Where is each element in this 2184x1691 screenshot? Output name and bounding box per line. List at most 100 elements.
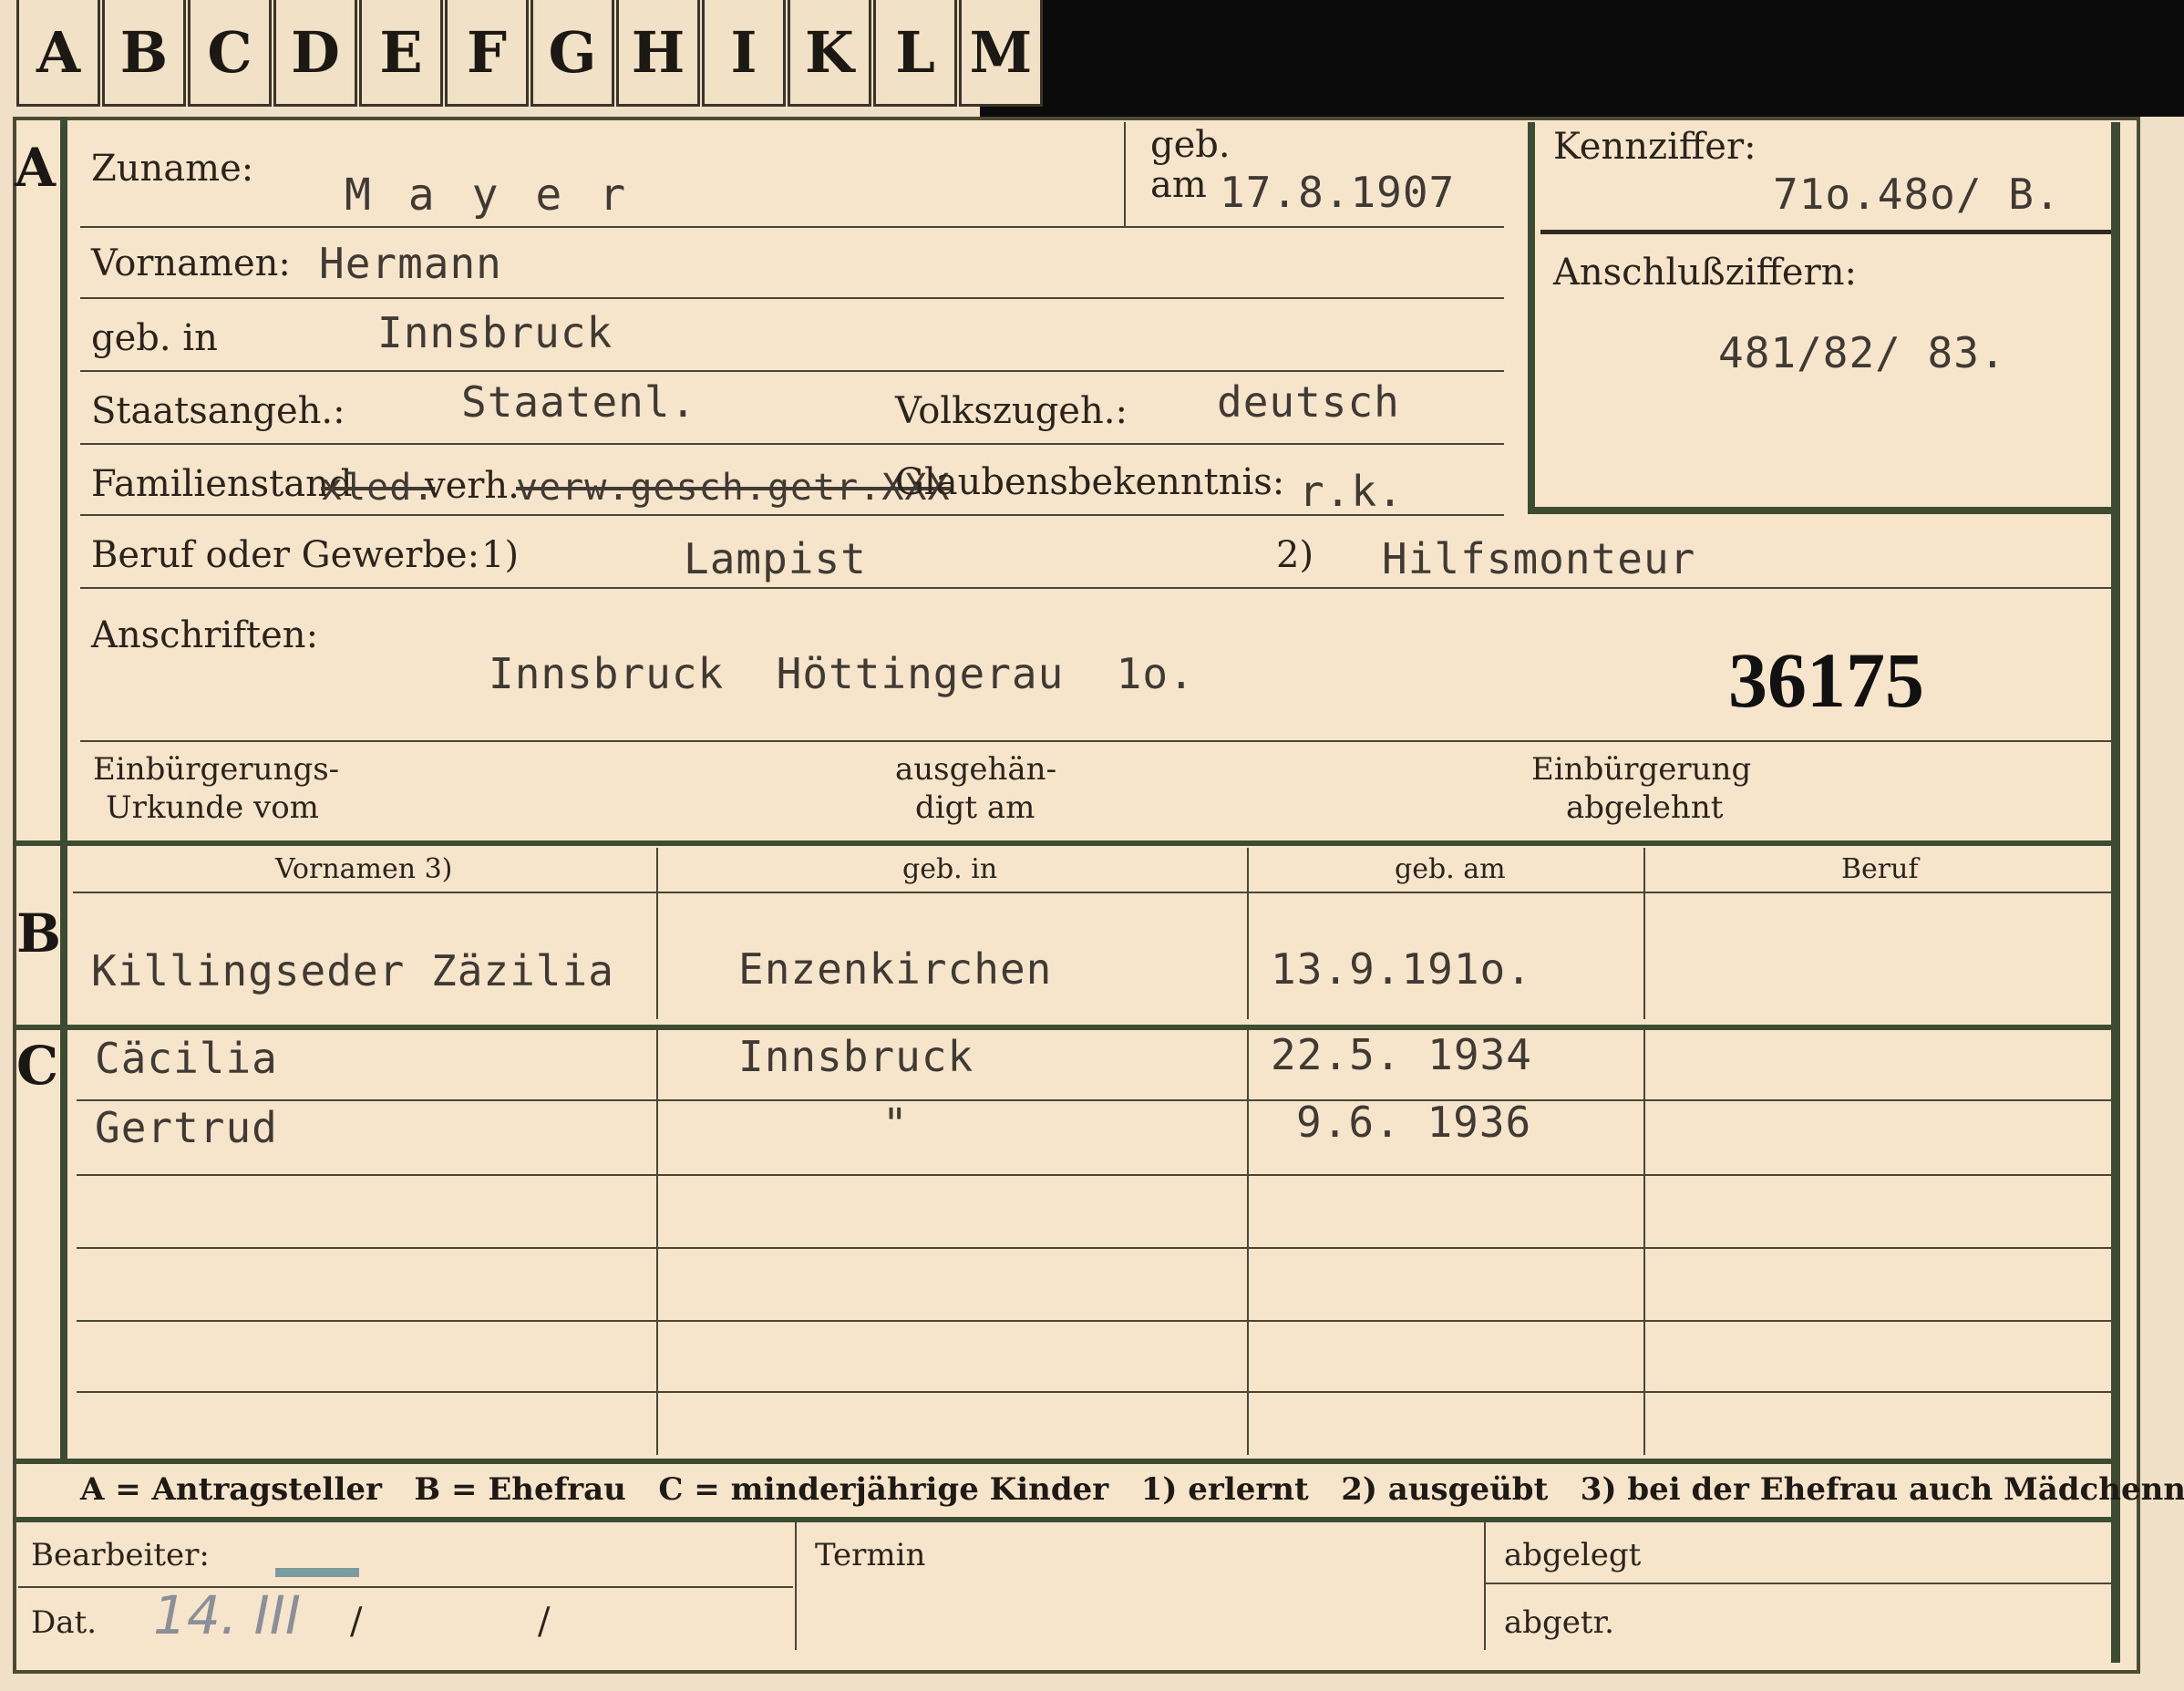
kennziffer-label: Kennziffer: xyxy=(1553,126,1756,168)
row-line xyxy=(1486,1583,2111,1584)
zuname-label: Zuname: xyxy=(91,148,254,190)
kennziffer-divider xyxy=(1540,230,2111,234)
frame-line-b xyxy=(60,846,67,1028)
column-line xyxy=(1247,848,1249,1019)
index-tab-a: A xyxy=(16,0,100,107)
frame-line-a xyxy=(60,117,67,846)
index-tab-f: F xyxy=(445,0,529,107)
legend-bottom-line xyxy=(13,1517,2118,1522)
familienstand-value: verh. xyxy=(425,465,520,507)
registration-number: 36175 xyxy=(1728,636,1924,724)
row-line xyxy=(77,1099,2111,1101)
spouse-date: 13.9.191o. xyxy=(1271,944,1532,994)
row-line xyxy=(80,370,1504,372)
geb-am-value: 17.8.1907 xyxy=(1220,168,1456,217)
column-line xyxy=(795,1522,797,1650)
row-line xyxy=(80,226,1504,228)
beruf-label: Beruf oder Gewerbe: xyxy=(91,534,480,576)
geb-in-label: geb. in xyxy=(91,317,218,359)
section-divider-bc xyxy=(13,1025,2118,1030)
familienstand-label: Familienstand xyxy=(91,463,353,505)
column-line xyxy=(1124,122,1126,226)
card-right-frame xyxy=(2111,122,2120,1663)
familienstand-struck-1: xled. xyxy=(321,467,436,509)
header-vornamen: Vornamen 3) xyxy=(275,853,453,885)
column-line xyxy=(1643,848,1645,1019)
index-tab-k: K xyxy=(788,0,871,107)
termin-label: Termin xyxy=(815,1537,926,1573)
zuname-value: M a y e r xyxy=(345,170,632,221)
section-letter-a: A xyxy=(15,137,57,199)
dat-label: Dat. xyxy=(31,1604,98,1641)
row-line xyxy=(77,1247,2111,1249)
background-strip xyxy=(980,0,2184,117)
beruf-mark-2: 2) xyxy=(1276,534,1314,576)
vornamen-value: Hermann xyxy=(319,239,502,288)
section-letter-b: B xyxy=(16,902,62,964)
child-2-name: Gertrud xyxy=(95,1103,278,1152)
index-tab-c: C xyxy=(188,0,272,107)
row-line xyxy=(77,1174,2111,1176)
am-label: am xyxy=(1150,164,1207,206)
vornamen-label: Vornamen: xyxy=(91,242,291,284)
column-line xyxy=(1484,1522,1486,1650)
staatsangeh-value: Staatenl. xyxy=(461,377,697,427)
anschlussziffern-value: 481/82/ 83. xyxy=(1718,328,2006,377)
column-line xyxy=(656,848,658,1019)
index-tab-b: B xyxy=(102,0,186,107)
row-line xyxy=(77,1320,2111,1322)
anschriften-label: Anschriften: xyxy=(91,614,319,656)
legend-text: A = Antragsteller B = Ehefrau C = minder… xyxy=(80,1471,2184,1508)
bearbeiter-mark xyxy=(275,1568,359,1577)
index-tab-e: E xyxy=(359,0,443,107)
index-tab-l: L xyxy=(873,0,957,107)
bearbeiter-label: Bearbeiter: xyxy=(31,1537,210,1573)
ausgehaendigt-label-l1: ausgehän- xyxy=(895,751,1057,788)
beruf-mark-1: 1) xyxy=(481,534,520,576)
child-2-place: " xyxy=(882,1099,909,1149)
row-line xyxy=(80,740,2111,742)
table-header-line xyxy=(73,892,2111,893)
row-line xyxy=(77,1391,2111,1393)
volkszugeh-value: deutsch xyxy=(1217,377,1400,427)
header-geb-in: geb. in xyxy=(902,853,998,885)
geb-in-value: Innsbruck xyxy=(377,308,613,357)
header-beruf: Beruf xyxy=(1841,853,1919,885)
kennziffer-value: 71o.48o/ B. xyxy=(1773,170,2061,219)
familienstand-struck-2: verw.gesch.getr.XXX xyxy=(516,467,951,509)
index-tab-d: D xyxy=(273,0,357,107)
index-tab-h: H xyxy=(616,0,700,107)
glaubensbekenntnis-label: Glaubensbekenntnis: xyxy=(895,461,1285,503)
beruf-erlernt-value: Lampist xyxy=(684,534,867,583)
anschrift-value: Innsbruck Höttingerau 1o. xyxy=(489,649,1195,698)
row-line xyxy=(18,1586,793,1588)
kennziffer-box-bottom xyxy=(1528,507,2118,514)
child-2-date: 9.6. 1936 xyxy=(1296,1098,1532,1147)
legend-top-line xyxy=(13,1459,2118,1464)
kennziffer-box-left xyxy=(1528,122,1535,512)
urkunde-label-l1: Einbürgerungs- xyxy=(93,751,340,788)
child-1-place: Innsbruck xyxy=(738,1032,974,1081)
spouse-name: Killingseder Zäzilia xyxy=(91,946,614,995)
ausgehaendigt-label-l2: digt am xyxy=(915,789,1035,826)
dat-slash-2: / xyxy=(538,1601,551,1643)
dat-slash-1: / xyxy=(350,1601,363,1643)
abgetr-label: abgetr. xyxy=(1504,1604,1614,1641)
spouse-place: Enzenkirchen xyxy=(738,944,1053,994)
row-line xyxy=(80,297,1504,299)
staatsangeh-label: Staatsangeh.: xyxy=(91,390,345,432)
abgelehnt-label-l1: Einbürgerung xyxy=(1531,751,1752,788)
volkszugeh-label: Volkszugeh.: xyxy=(895,390,1128,432)
section-letter-c: C xyxy=(16,1035,59,1097)
abgelehnt-label-l2: abgelehnt xyxy=(1566,789,1724,826)
child-1-date: 22.5. 1934 xyxy=(1271,1030,1532,1079)
header-geb-am: geb. am xyxy=(1395,853,1506,885)
index-tab-i: I xyxy=(702,0,786,107)
index-tab-g: G xyxy=(531,0,614,107)
row-line xyxy=(80,514,1504,516)
urkunde-label-l2: Urkunde vom xyxy=(106,789,319,826)
section-divider-ab xyxy=(13,840,2118,846)
beruf-ausgeuebt-value: Hilfsmonteur xyxy=(1382,534,1696,583)
row-line xyxy=(80,587,2111,589)
index-tabs: ABCDEFGHIKLM xyxy=(16,0,1045,108)
